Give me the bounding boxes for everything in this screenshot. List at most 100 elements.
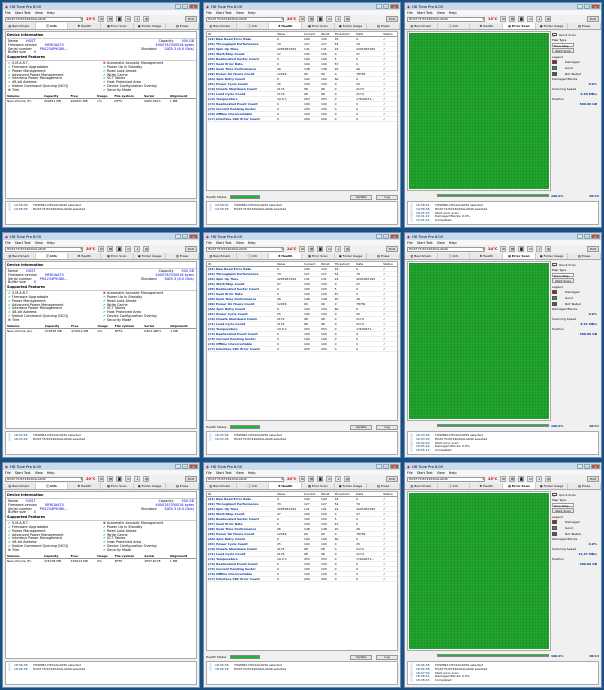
tab-info[interactable]: ⓘ Info bbox=[237, 253, 270, 259]
download-icon[interactable]: ↓ bbox=[134, 246, 141, 252]
disk-icon[interactable]: ▤ bbox=[308, 246, 315, 252]
menu-item-file[interactable]: File bbox=[407, 241, 413, 245]
globe-icon[interactable]: ◍ bbox=[143, 16, 150, 22]
folder-icon[interactable]: ▭ bbox=[326, 476, 333, 482]
tab-error-scan[interactable]: ▦ Error Scan bbox=[101, 23, 134, 29]
tab-folder-usage[interactable]: ▣ Folder Usage bbox=[335, 23, 368, 29]
menu-item-file[interactable]: File bbox=[407, 11, 413, 15]
menu-item-file[interactable]: File bbox=[206, 241, 212, 245]
folder-icon[interactable]: ▭ bbox=[527, 246, 534, 252]
tab-benchmark[interactable]: ▥ Benchmark bbox=[3, 253, 36, 259]
disk-icon[interactable]: ▤ bbox=[509, 476, 516, 482]
drive-select[interactable]: HGST HUS724020ALA640 ▾ bbox=[407, 246, 485, 252]
globe-icon[interactable]: ◍ bbox=[344, 16, 351, 22]
close-button[interactable]: ✕ bbox=[390, 234, 399, 239]
tab-benchmark[interactable]: ▥ Benchmark bbox=[204, 253, 237, 259]
folder-icon[interactable]: ▭ bbox=[326, 246, 333, 252]
log-button[interactable]: Log bbox=[376, 654, 398, 660]
tab-benchmark[interactable]: ▥ Benchmark bbox=[204, 483, 237, 489]
smart-row[interactable]: (C7) Interface CRC Error Count 0 200 200 0 0 ✔ bbox=[207, 346, 397, 352]
tab-error-scan[interactable]: ▦ Error Scan bbox=[302, 483, 335, 489]
tab-folder-usage[interactable]: ▣ Folder Usage bbox=[134, 483, 167, 489]
menu-item-view[interactable]: View bbox=[437, 241, 445, 245]
tab-benchmark[interactable]: ▥ Benchmark bbox=[405, 253, 438, 259]
smart-row[interactable]: (C7) Interface CRC Error Count 0 200 200 0 0 ✔ bbox=[207, 576, 397, 582]
exit-button[interactable]: Exit bbox=[587, 16, 599, 22]
minimize-button[interactable]: – bbox=[376, 234, 382, 239]
menu-item-start-test[interactable]: Start Test bbox=[15, 241, 31, 245]
tab-erase[interactable]: ▧ Erase bbox=[367, 483, 400, 489]
menu-item-view[interactable]: View bbox=[437, 11, 445, 15]
menu-item-help[interactable]: Help bbox=[47, 241, 55, 245]
menu-item-help[interactable]: Help bbox=[449, 471, 457, 475]
camera-icon[interactable]: ◙ bbox=[518, 476, 525, 482]
update-button[interactable]: Update bbox=[350, 424, 372, 430]
tab-folder-usage[interactable]: ▣ Folder Usage bbox=[335, 253, 368, 259]
globe-icon[interactable]: ◍ bbox=[545, 246, 552, 252]
download-icon[interactable]: ↓ bbox=[335, 476, 342, 482]
copy-icon[interactable]: ⧉ bbox=[500, 246, 507, 252]
exit-button[interactable]: Exit bbox=[185, 476, 197, 482]
tab-erase[interactable]: ▧ Erase bbox=[166, 23, 199, 29]
tab-error-scan[interactable]: ▦ Error Scan bbox=[503, 23, 536, 29]
download-icon[interactable]: ↓ bbox=[335, 16, 342, 22]
tab-folder-usage[interactable]: ▣ Folder Usage bbox=[335, 483, 368, 489]
tab-error-scan[interactable]: ▦ Error Scan bbox=[302, 253, 335, 259]
exit-button[interactable]: Exit bbox=[587, 476, 599, 482]
log-button[interactable]: Log bbox=[376, 424, 398, 430]
close-button[interactable]: ✕ bbox=[591, 4, 600, 9]
tab-info[interactable]: ⓘ Info bbox=[438, 253, 471, 259]
tab-info[interactable]: ⓘ Info bbox=[35, 23, 69, 29]
tab-error-scan[interactable]: ▦ Error Scan bbox=[101, 483, 134, 489]
close-button[interactable]: ✕ bbox=[591, 234, 600, 239]
tab-folder-usage[interactable]: ▣ Folder Usage bbox=[134, 253, 167, 259]
tab-erase[interactable]: ▧ Erase bbox=[367, 253, 400, 259]
tab-health[interactable]: ✚ Health bbox=[269, 23, 303, 29]
maximize-button[interactable]: □ bbox=[584, 234, 590, 239]
start-scan-button[interactable]: Start Scan bbox=[552, 278, 574, 283]
folder-icon[interactable]: ▭ bbox=[125, 16, 132, 22]
maximize-button[interactable]: □ bbox=[383, 4, 389, 9]
menu-item-start-test[interactable]: Start Test bbox=[417, 471, 433, 475]
copy-icon[interactable]: ⧉ bbox=[500, 16, 507, 22]
menu-item-help[interactable]: Help bbox=[449, 11, 457, 15]
tab-folder-usage[interactable]: ▣ Folder Usage bbox=[536, 253, 569, 259]
volume-row[interactable]: New Volume (G:) 476538 MB 476614 MB 0% NTFS D… bbox=[6, 328, 196, 333]
folder-icon[interactable]: ▭ bbox=[125, 246, 132, 252]
tab-erase[interactable]: ▧ Erase bbox=[166, 253, 199, 259]
copy-icon[interactable]: ⧉ bbox=[98, 476, 105, 482]
update-button[interactable]: Update bbox=[350, 654, 372, 660]
folder-icon[interactable]: ▭ bbox=[326, 16, 333, 22]
tab-info[interactable]: ⓘ Info bbox=[35, 253, 69, 259]
menu-item-help[interactable]: Help bbox=[449, 241, 457, 245]
close-button[interactable]: ✕ bbox=[189, 464, 198, 469]
menu-item-file[interactable]: File bbox=[206, 11, 212, 15]
globe-icon[interactable]: ◍ bbox=[344, 246, 351, 252]
exit-button[interactable]: Exit bbox=[587, 246, 599, 252]
tab-health[interactable]: ✚ Health bbox=[269, 253, 303, 259]
download-icon[interactable]: ↓ bbox=[536, 246, 543, 252]
menu-item-start-test[interactable]: Start Test bbox=[216, 241, 232, 245]
tab-benchmark[interactable]: ▥ Benchmark bbox=[405, 23, 438, 29]
minimize-button[interactable]: – bbox=[175, 464, 181, 469]
maximize-button[interactable]: □ bbox=[383, 234, 389, 239]
download-icon[interactable]: ↓ bbox=[134, 16, 141, 22]
menu-item-help[interactable]: Help bbox=[47, 11, 55, 15]
menu-item-start-test[interactable]: Start Test bbox=[15, 471, 31, 475]
copy-icon[interactable]: ⧉ bbox=[98, 16, 105, 22]
download-icon[interactable]: ↓ bbox=[335, 246, 342, 252]
tab-info[interactable]: ⓘ Info bbox=[237, 483, 270, 489]
start-scan-button[interactable]: Start Scan bbox=[552, 508, 574, 513]
tab-info[interactable]: ⓘ Info bbox=[237, 23, 270, 29]
copy-icon[interactable]: ⧉ bbox=[299, 16, 306, 22]
tab-error-scan[interactable]: ▦ Error Scan bbox=[101, 253, 134, 259]
tab-error-scan[interactable]: ▦ Error Scan bbox=[302, 23, 335, 29]
quick-scan-checkbox[interactable]: ✓ bbox=[552, 262, 557, 268]
close-button[interactable]: ✕ bbox=[189, 234, 198, 239]
maximize-button[interactable]: □ bbox=[182, 4, 188, 9]
tab-benchmark[interactable]: ▥ Benchmark bbox=[405, 483, 438, 489]
map-type-select[interactable]: Error Map bbox=[552, 272, 574, 278]
disk-icon[interactable]: ▤ bbox=[107, 476, 114, 482]
disk-icon[interactable]: ▤ bbox=[308, 476, 315, 482]
drive-select[interactable]: HGST HUS724020ALA640 ▾ bbox=[5, 476, 83, 482]
